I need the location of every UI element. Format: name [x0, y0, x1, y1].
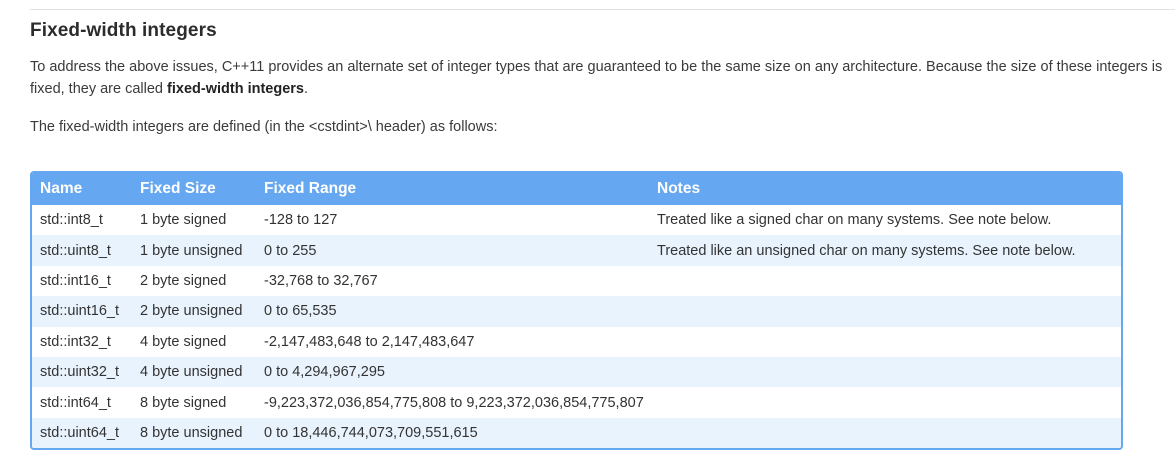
cell-range: -128 to 127 — [264, 212, 338, 229]
section-divider — [30, 9, 1175, 10]
cell-size: 1 byte unsigned — [132, 235, 256, 266]
table-row: std::uint32_t 4 byte unsigned 0 to 4,294… — [32, 356, 1121, 388]
cell-notes — [649, 387, 1121, 417]
intro-bold-term: fixed-width integers — [167, 81, 304, 97]
cell-name: std::uint16_t — [32, 296, 132, 327]
cell-name: std::uint32_t — [32, 356, 132, 388]
cell-range: -32,768 to 32,767 — [264, 272, 378, 289]
table-row: std::uint64_t 8 byte unsigned 0 to 18,44… — [32, 417, 1121, 449]
cell-range: 0 to 4,294,967,295 — [256, 356, 649, 388]
table-row: std::uint16_t 2 byte unsigned 0 to 65,53… — [32, 296, 1121, 327]
cell-name: std::int16_t — [40, 272, 111, 289]
table-row: std::int16_t 2 byte signed -32,768 to 32… — [32, 266, 1121, 296]
intro-end: . — [304, 81, 309, 97]
cell-name: std::int64_t — [40, 394, 111, 411]
cell-size: 8 byte unsigned — [132, 417, 256, 449]
table-header-row: Name Fixed Size Fixed Range Notes — [32, 173, 1121, 205]
cell-notes — [649, 266, 1121, 296]
cell-notes — [649, 327, 1121, 357]
intro-paragraph: To address the above issues, C++11 provi… — [30, 56, 1165, 100]
header-fixed-size: Fixed Size — [132, 173, 256, 205]
cell-notes — [649, 296, 1121, 327]
cell-name: std::uint64_t — [32, 417, 132, 449]
cell-range: -2,147,483,648 to 2,147,483,647 — [264, 333, 475, 350]
cell-notes — [649, 356, 1121, 388]
header-notes: Notes — [649, 173, 1121, 205]
table-row: std::int64_t 8 byte signed -9,223,372,03… — [32, 387, 1121, 417]
cell-notes: Treated like a signed char on many syste… — [657, 212, 1052, 229]
cell-size: 4 byte signed — [140, 333, 227, 350]
header-fixed-range: Fixed Range — [256, 173, 649, 205]
cell-size: 8 byte signed — [140, 394, 227, 411]
cell-size: 2 byte signed — [140, 272, 227, 289]
table-row: std::uint8_t 1 byte unsigned 0 to 255 Tr… — [32, 235, 1121, 266]
definition-paragraph: The fixed-width integers are defined (in… — [30, 119, 498, 135]
cell-range: 0 to 255 — [256, 235, 649, 266]
header-name: Name — [32, 173, 132, 205]
fixed-width-table: Name Fixed Size Fixed Range Notes std::i… — [32, 173, 1121, 449]
cell-range: -9,223,372,036,854,775,808 to 9,223,372,… — [264, 394, 644, 411]
section-title: Fixed-width integers — [30, 20, 217, 41]
fixed-width-table-container: Name Fixed Size Fixed Range Notes std::i… — [30, 171, 1123, 451]
cell-name: std::uint8_t — [32, 235, 132, 266]
cell-notes — [649, 417, 1121, 449]
cell-name: std::int32_t — [40, 333, 111, 350]
table-row: std::int8_t 1 byte signed -128 to 127 Tr… — [32, 205, 1121, 235]
cell-size: 2 byte unsigned — [132, 296, 256, 327]
cell-name: std::int8_t — [40, 212, 103, 229]
cell-range: 0 to 18,446,744,073,709,551,615 — [256, 417, 649, 449]
cell-notes: Treated like an unsigned char on many sy… — [649, 235, 1121, 266]
cell-size: 1 byte signed — [140, 212, 227, 229]
cell-range: 0 to 65,535 — [256, 296, 649, 327]
table-row: std::int32_t 4 byte signed -2,147,483,64… — [32, 327, 1121, 357]
cell-size: 4 byte unsigned — [132, 356, 256, 388]
